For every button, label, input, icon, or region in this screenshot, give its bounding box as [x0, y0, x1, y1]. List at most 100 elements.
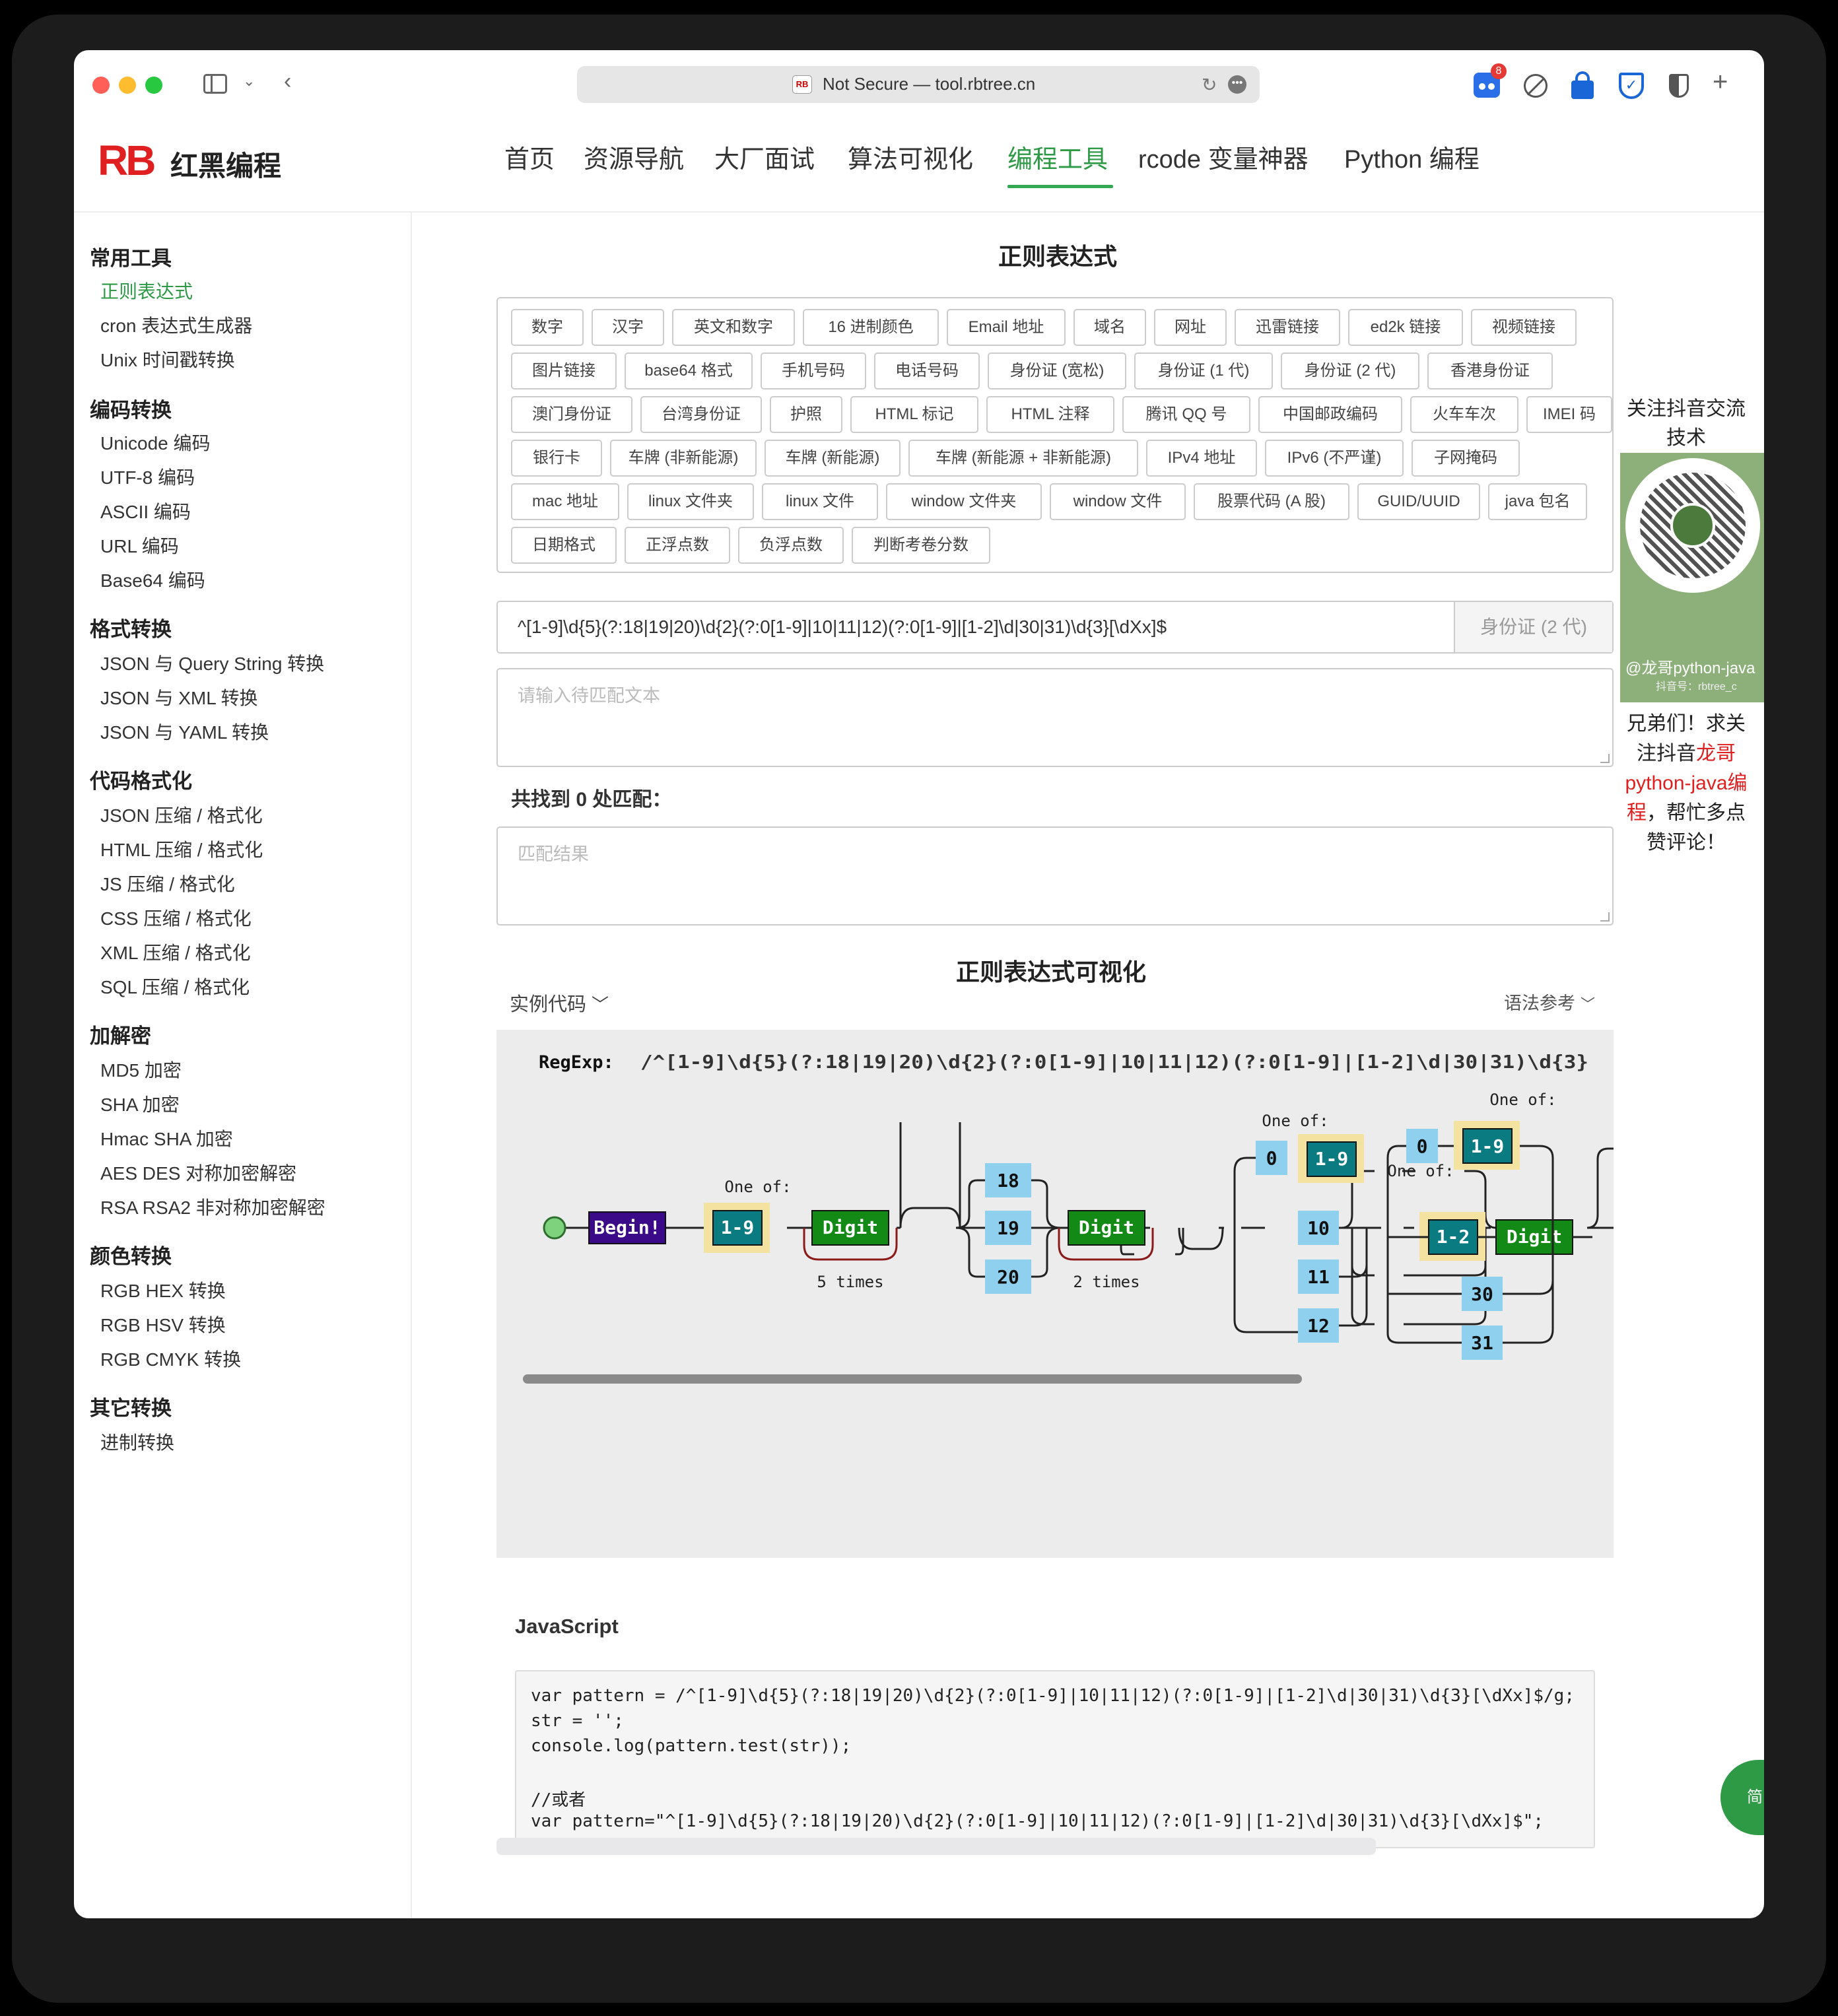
reader-shield-icon[interactable]: [1669, 74, 1689, 98]
new-tab-icon[interactable]: +: [1713, 69, 1728, 95]
preset-tag[interactable]: IPv4 地址: [1146, 440, 1257, 477]
sidebar-item-base64[interactable]: Base64 编码: [100, 566, 205, 593]
back-icon[interactable]: ‹: [284, 70, 291, 92]
preset-tag[interactable]: 迅雷链接: [1235, 309, 1340, 346]
preset-tag[interactable]: 英文和数字: [672, 309, 795, 346]
preset-tag[interactable]: 身份证 (2 代): [1281, 353, 1419, 389]
example-code-toggle[interactable]: 实例代码 ﹀: [510, 989, 609, 1017]
sidebar-item-css-format[interactable]: CSS 压缩 / 格式化: [100, 904, 252, 931]
preset-tag[interactable]: linux 文件: [762, 483, 878, 520]
sidebar-item-rgb-hsv[interactable]: RGB HSV 转换: [100, 1311, 226, 1337]
preset-tag[interactable]: 护照: [770, 396, 842, 433]
chevron-down-icon[interactable]: ⌄: [243, 74, 255, 88]
address-bar[interactable]: RB Not Secure — tool.rbtree.cn ↻ •••: [577, 66, 1260, 103]
preset-tag[interactable]: 腾讯 QQ 号: [1122, 396, 1250, 433]
preset-tag[interactable]: 16 进制颜色: [803, 309, 939, 346]
preset-tag[interactable]: HTML 注释: [986, 396, 1114, 433]
preset-tag[interactable]: Email 地址: [947, 309, 1066, 346]
sidebar-item-js-format[interactable]: JS 压缩 / 格式化: [100, 870, 235, 896]
preset-tag[interactable]: 车牌 (新能源): [765, 440, 901, 477]
lock-extension-icon[interactable]: [1571, 71, 1594, 99]
sidebar-item-unicode[interactable]: Unicode 编码: [100, 429, 211, 455]
preset-tag[interactable]: 数字: [511, 309, 584, 346]
sidebar-item-url[interactable]: URL 编码: [100, 532, 179, 558]
preset-tag[interactable]: GUID/UUID: [1357, 483, 1480, 520]
preset-tag[interactable]: java 包名: [1488, 483, 1587, 520]
preset-tag[interactable]: base64 格式: [625, 353, 753, 389]
site-logo-mark[interactable]: RB: [98, 136, 156, 185]
resize-handle[interactable]: [1600, 912, 1610, 922]
preset-tag[interactable]: 车牌 (新能源 + 非新能源): [908, 440, 1138, 477]
match-result-output[interactable]: 匹配结果: [496, 826, 1614, 925]
preset-tag[interactable]: mac 地址: [511, 483, 619, 520]
preset-tag[interactable]: window 文件: [1050, 483, 1186, 520]
shield-icon[interactable]: ✓: [1619, 73, 1644, 99]
preset-tag[interactable]: 负浮点数: [738, 527, 844, 564]
nav-interviews[interactable]: 大厂面试: [714, 139, 815, 175]
nav-rcode[interactable]: rcode 变量神器: [1138, 139, 1309, 175]
sidebar-toggle-icon[interactable]: [203, 74, 227, 94]
preset-tag[interactable]: 身份证 (宽松): [988, 353, 1126, 389]
preset-tag[interactable]: IPv6 (不严谨): [1265, 440, 1404, 477]
preset-tag[interactable]: 银行卡: [511, 440, 602, 477]
sidebar-item-rgb-cmyk[interactable]: RGB CMYK 转换: [100, 1345, 241, 1372]
sidebar-item-xml-format[interactable]: XML 压缩 / 格式化: [100, 939, 251, 965]
preset-tag[interactable]: 判断考卷分数: [852, 527, 990, 564]
sidebar-item-hmac[interactable]: Hmac SHA 加密: [100, 1125, 233, 1151]
zoom-window-button[interactable]: [145, 77, 162, 94]
preset-tag[interactable]: 澳门身份证: [511, 396, 632, 433]
regex-visualization[interactable]: RegExp: /^[1-9]\d{5}(?:18|19|20)\d{2}(?:…: [496, 1030, 1614, 1558]
syntax-ref-toggle[interactable]: 语法参考 ﹀: [1504, 989, 1595, 1015]
more-icon[interactable]: •••: [1228, 75, 1246, 94]
preset-tag[interactable]: 电话号码: [874, 353, 980, 389]
preset-tag[interactable]: 手机号码: [761, 353, 866, 389]
sidebar-item-base-convert[interactable]: 进制转换: [100, 1428, 174, 1455]
preset-tag[interactable]: 股票代码 (A 股): [1194, 483, 1349, 520]
preset-tag[interactable]: 网址: [1154, 309, 1227, 346]
preset-tag[interactable]: 域名: [1073, 309, 1146, 346]
nav-resources[interactable]: 资源导航: [584, 139, 684, 175]
sidebar-item-unix-time[interactable]: Unix 时间戳转换: [100, 346, 235, 372]
nav-tools[interactable]: 编程工具: [1007, 139, 1108, 175]
sidebar-item-cron[interactable]: cron 表达式生成器: [100, 312, 252, 338]
preset-tag[interactable]: 火车车次: [1410, 396, 1518, 433]
preset-tag[interactable]: ed2k 链接: [1348, 309, 1463, 346]
preset-tag[interactable]: linux 文件夹: [627, 483, 754, 520]
qr-code-image[interactable]: @龙哥python-java 抖音号：rbtree_c: [1620, 453, 1764, 702]
preset-tag[interactable]: 子网掩码: [1412, 440, 1520, 477]
sidebar-item-ascii[interactable]: ASCII 编码: [100, 498, 191, 524]
preset-tag[interactable]: 香港身份证: [1427, 353, 1553, 389]
preset-tag[interactable]: window 文件夹: [886, 483, 1042, 520]
language-switch-button[interactable]: 简 中: [1720, 1760, 1764, 1835]
sidebar-item-json-yaml[interactable]: JSON 与 YAML 转换: [100, 718, 269, 745]
resize-handle[interactable]: [1600, 754, 1610, 763]
code-scrollbar[interactable]: [496, 1838, 1376, 1855]
preset-tag[interactable]: 身份证 (1 代): [1134, 353, 1273, 389]
preset-tag[interactable]: IMEI 码: [1526, 396, 1612, 433]
sidebar-item-sql-format[interactable]: SQL 压缩 / 格式化: [100, 973, 250, 999]
reload-icon[interactable]: ↻: [1202, 74, 1217, 96]
preset-tag[interactable]: HTML 标记: [850, 396, 978, 433]
regex-input[interactable]: ^[1-9]\d{5}(?:18|19|20)\d{2}(?:0[1-9]|10…: [496, 601, 1614, 654]
nav-home[interactable]: 首页: [504, 139, 555, 175]
sidebar-item-utf8[interactable]: UTF-8 编码: [100, 463, 195, 490]
nav-python[interactable]: Python 编程: [1344, 139, 1480, 175]
sidebar-item-md5[interactable]: MD5 加密: [100, 1056, 182, 1083]
block-icon[interactable]: [1524, 74, 1548, 98]
preset-tag[interactable]: 视频链接: [1471, 309, 1577, 346]
preset-tag[interactable]: 车牌 (非新能源): [610, 440, 757, 477]
sidebar-item-rsa[interactable]: RSA RSA2 非对称加密解密: [100, 1193, 325, 1220]
sidebar-item-aes[interactable]: AES DES 对称加密解密: [100, 1159, 296, 1186]
sidebar-item-json-qs[interactable]: JSON 与 Query String 转换: [100, 650, 324, 676]
minimize-window-button[interactable]: [119, 77, 136, 94]
preset-tag[interactable]: 台湾身份证: [640, 396, 762, 433]
example-code-block[interactable]: var pattern = /^[1-9]\d{5}(?:18|19|20)\d…: [515, 1670, 1595, 1848]
nav-algorithm-viz[interactable]: 算法可视化: [848, 139, 973, 175]
site-logo-text[interactable]: 红黑编程: [170, 144, 281, 184]
test-text-input[interactable]: 请输入待匹配文本: [496, 668, 1614, 767]
preset-tag[interactable]: 图片链接: [511, 353, 617, 389]
sidebar-item-sha[interactable]: SHA 加密: [100, 1091, 180, 1117]
preset-tag[interactable]: 日期格式: [511, 527, 617, 564]
sidebar-item-json-format[interactable]: JSON 压缩 / 格式化: [100, 801, 263, 828]
extension-icon[interactable]: 8: [1474, 63, 1507, 98]
